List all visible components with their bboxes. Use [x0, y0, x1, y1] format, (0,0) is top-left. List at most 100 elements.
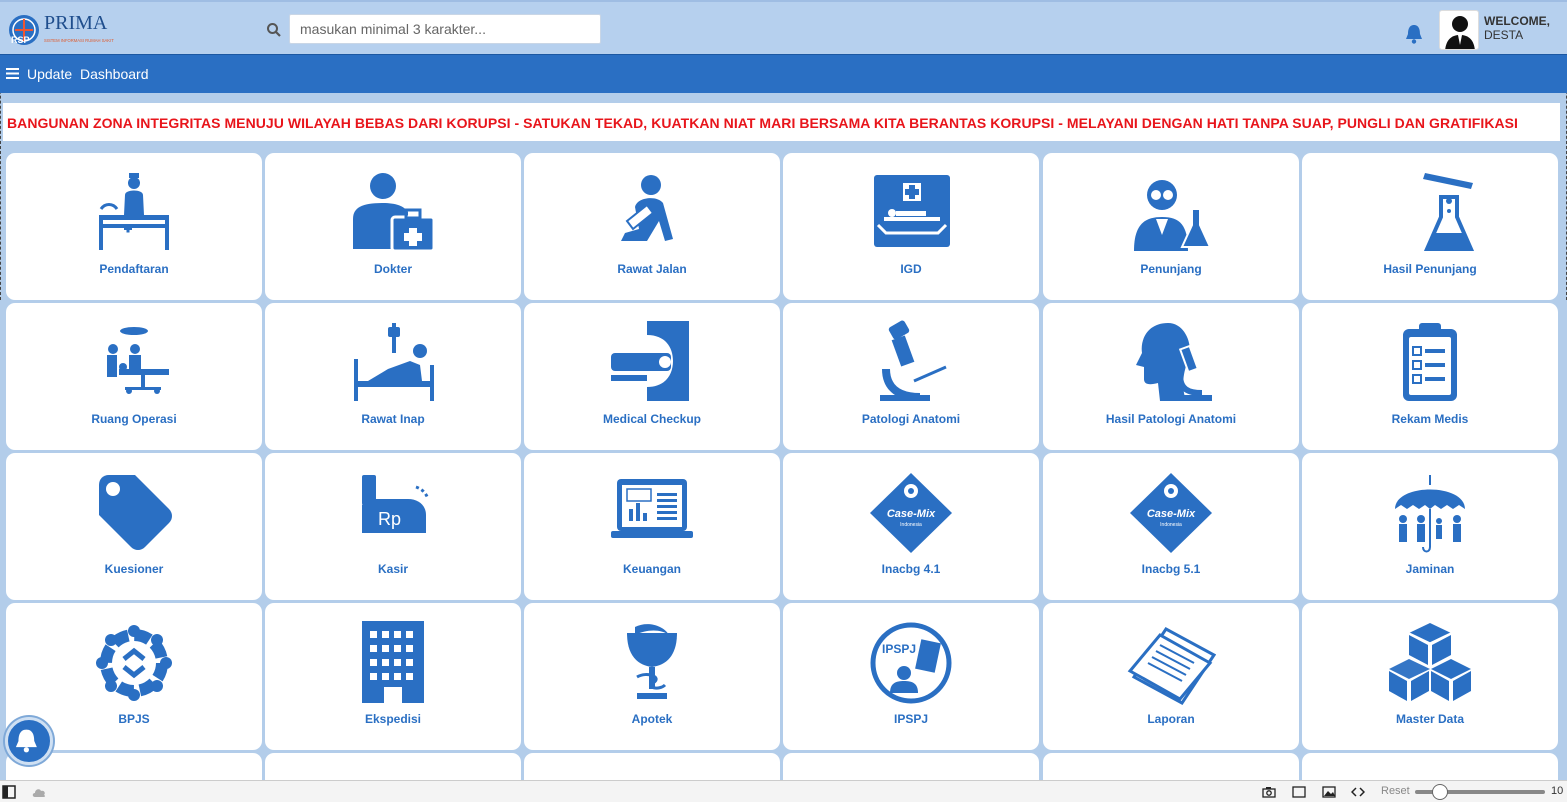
logo-badge: RSP: [11, 35, 30, 45]
module-tile-jaminan[interactable]: Jaminan: [1302, 453, 1558, 600]
floating-notification-button[interactable]: [5, 717, 53, 765]
documents-icon: [1127, 627, 1216, 705]
module-tile-label: Rawat Inap: [361, 412, 425, 426]
module-tile-kasir[interactable]: Rp Kasir: [265, 453, 521, 600]
ct-scanner-icon: [611, 321, 689, 401]
module-tile-label: Hasil Penunjang: [1383, 262, 1477, 276]
laptop-chart-icon: [611, 479, 693, 538]
module-tile-hasil-penunjang[interactable]: Hasil Penunjang: [1302, 153, 1558, 300]
bottom-status-bar: Reset 10: [0, 780, 1567, 802]
module-tile-kuesioner[interactable]: Kuesioner: [6, 453, 262, 600]
svg-text:Indonesia: Indonesia: [900, 522, 922, 528]
module-tile-rawat-inap[interactable]: Rawat Inap: [265, 303, 521, 450]
logo-tagline: SISTEM INFORMASI RUMAH SAKIT: [44, 38, 114, 43]
module-tile-inacbg-5-1[interactable]: Case-Mix Indonesia Inacbg 5.1: [1043, 453, 1299, 600]
module-tile-hasil-patologi-anatomi[interactable]: Hasil Patologi Anatomi: [1043, 303, 1299, 450]
svg-text:Rp: Rp: [378, 509, 401, 529]
ipspj-circle-icon: IPSPJ: [870, 622, 952, 704]
welcome-greeting: WELCOME,: [1484, 14, 1550, 28]
bell-icon: [15, 729, 37, 753]
module-tile-label: Kuesioner: [104, 562, 164, 576]
module-tile-label: Inacbg 5.1: [1141, 562, 1201, 576]
module-tile-label: Pendaftaran: [99, 262, 169, 276]
doctor-bag-icon: [353, 173, 436, 253]
code-icon[interactable]: [1351, 785, 1365, 799]
module-tile-label: Medical Checkup: [602, 412, 702, 426]
umbrella-family-icon: [1395, 475, 1465, 553]
announcement-banner: BANGUNAN ZONA INTEGRITAS MENUJU WILAYAH …: [3, 103, 1560, 141]
module-tile-apotek[interactable]: Apotek: [524, 603, 780, 750]
reception-desk-icon: [99, 173, 169, 250]
module-tile-label: IGD: [900, 262, 922, 276]
module-tile-rawat-jalan[interactable]: Rawat Jalan: [524, 153, 780, 300]
module-tile-ruang-operasi[interactable]: Ruang Operasi: [6, 303, 262, 450]
module-tile-rekam-medis[interactable]: Rekam Medis: [1302, 303, 1558, 450]
announcement-text: BANGUNAN ZONA INTEGRITAS MENUJU WILAYAH …: [7, 115, 1518, 131]
zoom-reset-button[interactable]: Reset: [1381, 785, 1410, 797]
lab-scientist-icon: [1134, 180, 1212, 251]
module-tile-label: Patologi Anatomi: [861, 412, 961, 426]
module-tile-label: Apotek: [631, 712, 673, 726]
module-tile-label: Laporan: [1147, 712, 1195, 726]
module-tile-label: IPSPJ: [893, 712, 929, 726]
image-icon[interactable]: [1322, 785, 1336, 799]
module-tile-keuangan[interactable]: Keuangan: [524, 453, 780, 600]
module-tile-label: Ekspedisi: [364, 712, 422, 726]
nav-item-dashboard[interactable]: Dashboard: [80, 66, 149, 82]
search-input[interactable]: [289, 14, 601, 44]
casemix-diamond-icon: Case-Mix Indonesia: [870, 473, 952, 553]
outpatient-icon: [621, 175, 673, 241]
module-tile-igd[interactable]: IGD: [783, 153, 1039, 300]
zoom-slider-thumb[interactable]: [1432, 784, 1448, 800]
module-tile-label: Ruang Operasi: [91, 412, 177, 426]
module-tile-label: Dokter: [373, 262, 412, 276]
cash-register-icon: Rp: [362, 475, 430, 533]
module-tile-ekspedisi[interactable]: Ekspedisi: [265, 603, 521, 750]
logo-name: PRIMA: [44, 12, 108, 34]
cloud-icon[interactable]: [31, 785, 48, 799]
module-tile-label: Rawat Jalan: [617, 262, 687, 276]
zoom-level: 10: [1551, 785, 1564, 797]
top-header: RSP PRIMA SISTEM INFORMASI RUMAH SAKIT W…: [0, 0, 1567, 54]
module-tile-label: Inacbg 4.1: [881, 562, 941, 576]
prima-logo[interactable]: RSP PRIMA SISTEM INFORMASI RUMAH SAKIT: [8, 10, 123, 50]
camera-icon[interactable]: [1262, 785, 1276, 799]
cubes-icon: [1389, 623, 1471, 701]
user-avatar[interactable]: [1439, 10, 1479, 50]
test-tube-flask-icon: [1423, 173, 1475, 251]
microscope-icon: [880, 320, 947, 401]
main-navbar: Update Dashboard: [0, 54, 1567, 93]
module-tile-inacbg-4-1[interactable]: Case-Mix Indonesia Inacbg 4.1: [783, 453, 1039, 600]
module-tile-laporan[interactable]: Laporan: [1043, 603, 1299, 750]
module-tile-master-data[interactable]: Master Data: [1302, 603, 1558, 750]
search-icon[interactable]: [266, 22, 282, 38]
notification-bell-icon[interactable]: [1404, 23, 1424, 45]
welcome-text: WELCOME, DESTA: [1484, 14, 1550, 42]
module-tile-pendaftaran[interactable]: Pendaftaran: [6, 153, 262, 300]
bpjs-circle-icon: [96, 625, 172, 701]
module-tile-dokter[interactable]: Dokter: [265, 153, 521, 300]
head-microscope-icon: [1136, 323, 1212, 401]
svg-text:Indonesia: Indonesia: [1160, 522, 1182, 528]
svg-text:IPSPJ: IPSPJ: [882, 642, 916, 656]
window-icon[interactable]: [1292, 785, 1306, 799]
building-icon: [362, 621, 424, 703]
module-tile-penunjang[interactable]: Penunjang: [1043, 153, 1299, 300]
module-tile-label: Penunjang: [1140, 262, 1202, 276]
module-tile-label: Kasir: [377, 562, 409, 576]
svg-text:Case-Mix: Case-Mix: [887, 508, 936, 520]
hamburger-menu-icon[interactable]: [6, 68, 19, 79]
user-silhouette-icon: [1445, 16, 1475, 49]
operating-room-icon: [107, 327, 169, 394]
module-tile-ipspj[interactable]: IPSPJ IPSPJ: [783, 603, 1039, 750]
panel-toggle-icon[interactable]: [2, 785, 16, 799]
module-tile-label: Jaminan: [1405, 562, 1455, 576]
emergency-stretcher-icon: [874, 175, 950, 247]
module-tile-medical-checkup[interactable]: Medical Checkup: [524, 303, 780, 450]
tag-icon: [99, 475, 172, 550]
nav-item-update[interactable]: Update: [27, 66, 72, 82]
welcome-username: DESTA: [1484, 28, 1524, 42]
module-tile-patologi-anatomi[interactable]: Patologi Anatomi: [783, 303, 1039, 450]
module-tile-label: Master Data: [1395, 712, 1465, 726]
hospital-bed-icon: [354, 323, 434, 401]
